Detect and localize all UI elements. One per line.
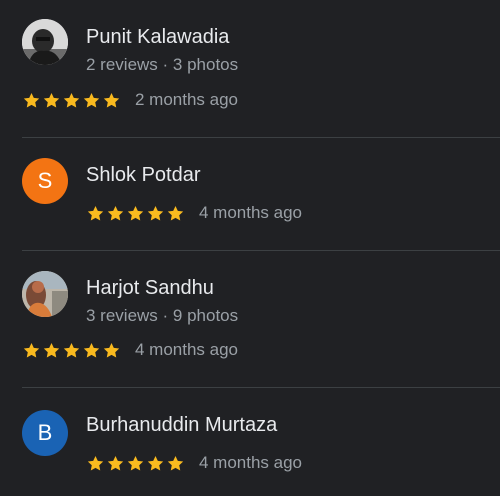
star-icon	[42, 341, 61, 360]
reviewer-name[interactable]: Punit Kalawadia	[86, 26, 229, 49]
reviewer-avatar[interactable]	[22, 271, 68, 317]
star-icon	[102, 91, 121, 110]
rating-row: 4 months ago	[86, 453, 302, 473]
star-icon	[106, 454, 125, 473]
reviewer-meta: 3 reviews · 9 photos	[86, 306, 239, 325]
reviewer-name[interactable]: Burhanuddin Murtaza	[86, 414, 277, 437]
profile-photo-icon	[22, 19, 68, 65]
star-icon	[22, 341, 41, 360]
star-icon	[106, 204, 125, 223]
reviewer-avatar[interactable]: S	[22, 158, 68, 204]
reviewer-name[interactable]: Shlok Potdar	[86, 164, 201, 187]
star-rating	[86, 204, 186, 223]
review-date: 4 months ago	[199, 453, 303, 472]
star-icon	[102, 341, 121, 360]
star-icon	[86, 454, 105, 473]
rating-row: 2 months ago	[22, 90, 238, 110]
star-icon	[22, 91, 41, 110]
review-item: Harjot Sandhu 3 reviews · 9 photos 4 mon…	[0, 251, 500, 387]
star-icon	[146, 454, 165, 473]
review-item: Punit Kalawadia 2 reviews · 3 photos 2 m…	[0, 0, 500, 137]
star-rating	[22, 341, 122, 360]
reviewer-meta: 2 reviews · 3 photos	[86, 55, 239, 74]
reviewer-avatar[interactable]	[22, 19, 68, 65]
profile-photo-icon	[22, 271, 68, 317]
star-icon	[126, 204, 145, 223]
star-icon	[82, 91, 101, 110]
rating-row: 4 months ago	[86, 203, 302, 223]
review-date: 4 months ago	[199, 203, 303, 222]
star-icon	[62, 91, 81, 110]
avatar-letter: S	[37, 168, 53, 193]
review-item: B Burhanuddin Murtaza 4 months ago	[0, 388, 500, 496]
star-icon	[86, 204, 105, 223]
star-icon	[62, 341, 81, 360]
star-icon	[82, 341, 101, 360]
avatar-letter: B	[37, 420, 53, 445]
star-rating	[86, 454, 186, 473]
review-item: S Shlok Potdar 4 months ago	[0, 138, 500, 250]
star-icon	[166, 454, 185, 473]
star-rating	[22, 91, 122, 110]
review-date: 2 months ago	[135, 90, 239, 109]
review-date: 4 months ago	[135, 340, 239, 359]
star-icon	[42, 91, 61, 110]
star-icon	[146, 204, 165, 223]
star-icon	[166, 204, 185, 223]
rating-row: 4 months ago	[22, 340, 238, 360]
reviewer-avatar[interactable]: B	[22, 410, 68, 456]
reviewer-name[interactable]: Harjot Sandhu	[86, 277, 214, 300]
star-icon	[126, 454, 145, 473]
